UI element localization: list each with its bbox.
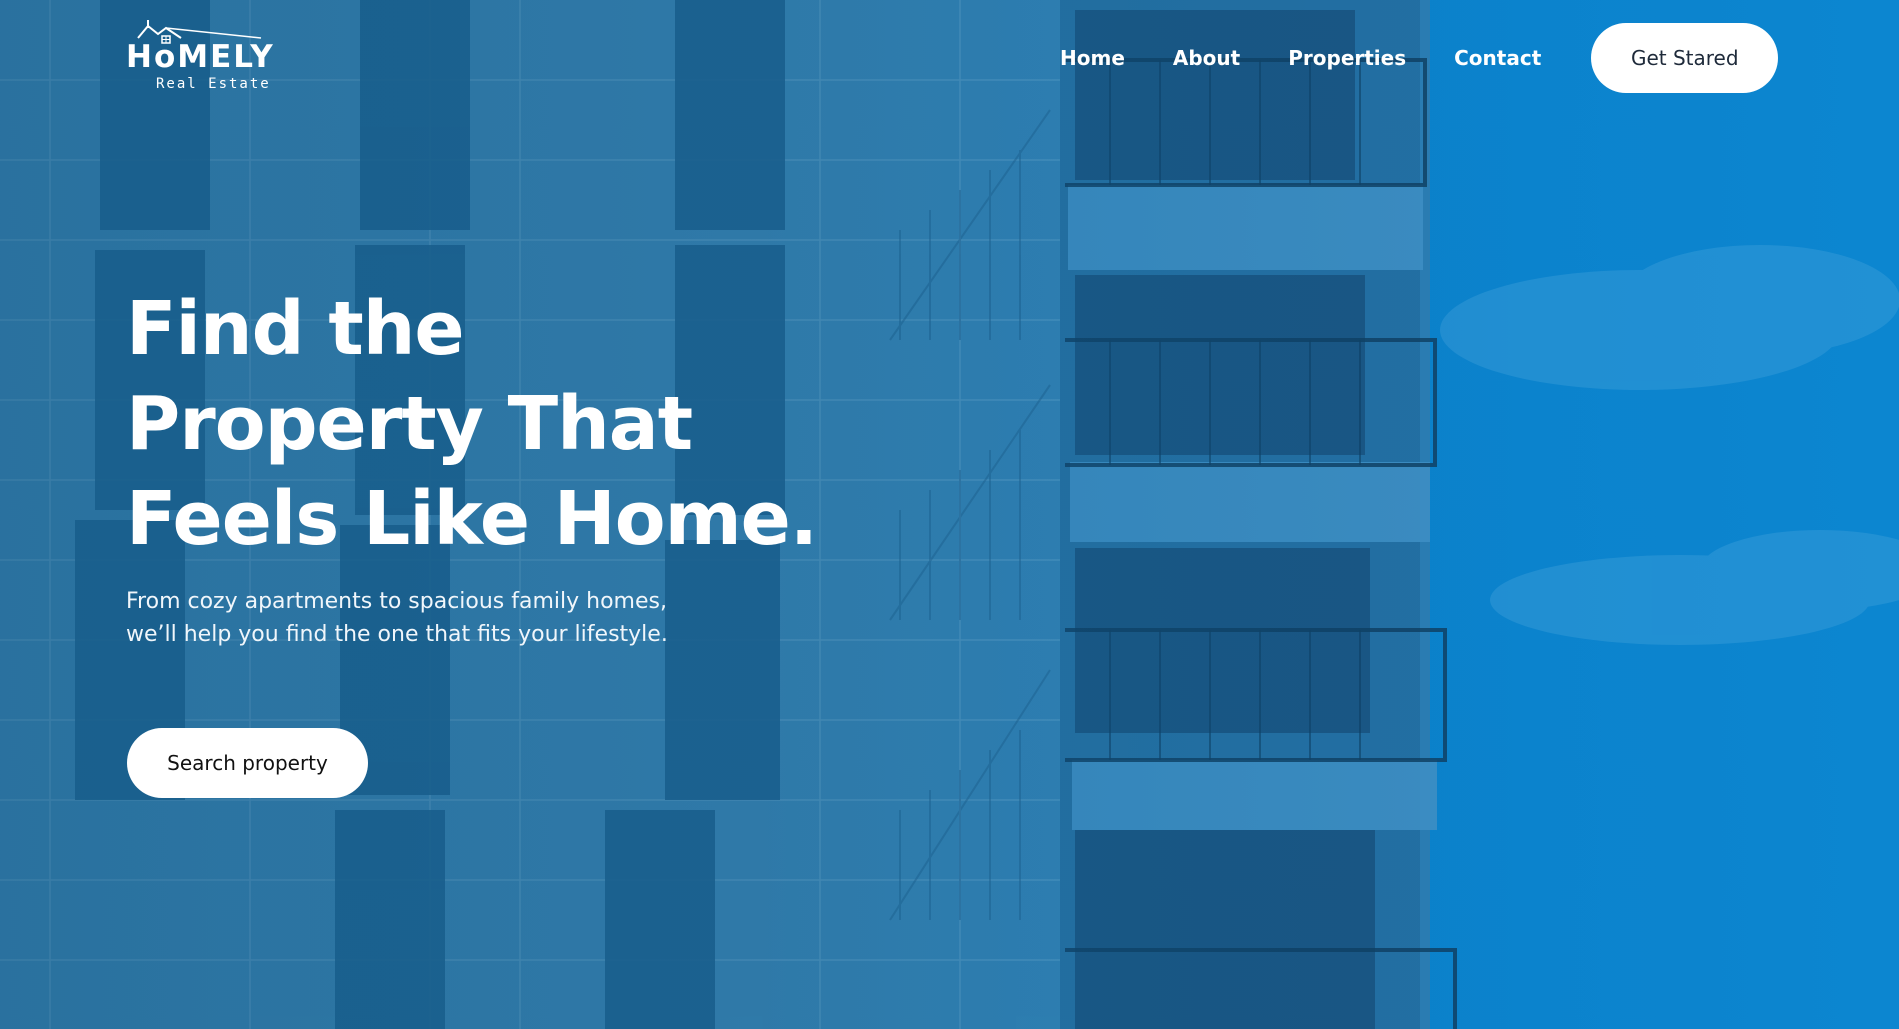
get-started-button[interactable]: Get Stared (1591, 23, 1779, 93)
headline-line-1: Find the (126, 286, 465, 372)
brand-tagline: Real Estate (156, 76, 271, 92)
nav-link-contact[interactable]: Contact (1454, 46, 1541, 70)
hero-subtext: From cozy apartments to spacious family … (126, 589, 668, 647)
hero-headline: Find the Property That Feels Like Home. (126, 282, 846, 567)
search-property-button[interactable]: Search property (127, 728, 368, 798)
brand-name: HoMELY (126, 39, 275, 75)
nav-link-properties[interactable]: Properties (1288, 46, 1406, 70)
hero-section: HoMELY Real Estate Home About Properties… (0, 0, 1899, 1029)
headline-line-3: Feels Like Home. (126, 476, 818, 562)
brand-logo[interactable]: HoMELY Real Estate (126, 20, 276, 96)
main-navigation: Home About Properties Contact Get Stared (1060, 0, 1779, 116)
headline-line-2: Property That (126, 381, 693, 467)
nav-link-home[interactable]: Home (1060, 46, 1125, 70)
nav-link-about[interactable]: About (1173, 46, 1240, 70)
